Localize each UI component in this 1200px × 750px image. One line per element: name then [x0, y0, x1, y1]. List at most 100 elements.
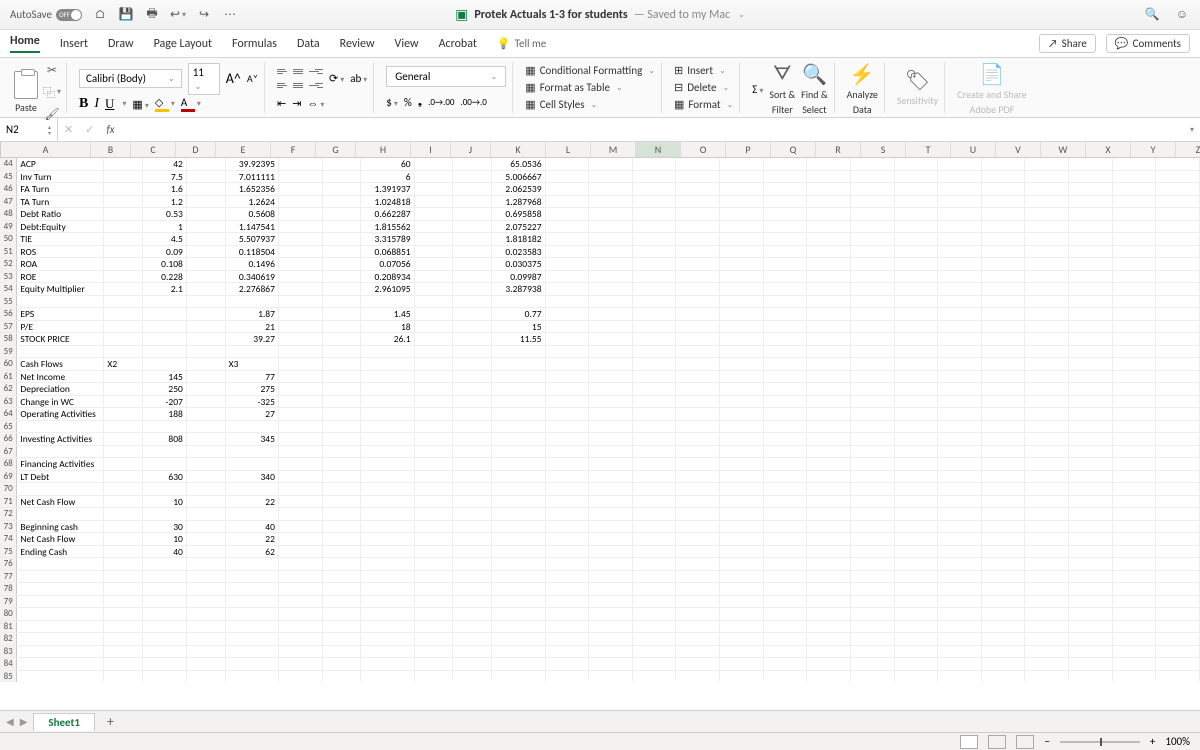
cell[interactable]	[676, 321, 720, 333]
cell[interactable]	[807, 283, 851, 295]
cell[interactable]	[187, 296, 226, 308]
cell[interactable]	[104, 258, 143, 270]
cell[interactable]	[895, 396, 939, 408]
cell[interactable]	[361, 571, 414, 583]
cell[interactable]	[415, 671, 454, 683]
cell[interactable]	[1113, 383, 1157, 395]
cell[interactable]	[589, 358, 633, 370]
cell[interactable]	[938, 346, 982, 358]
cell[interactable]	[938, 171, 982, 183]
cell[interactable]	[323, 558, 362, 570]
cell[interactable]	[415, 221, 454, 233]
cell[interactable]	[453, 258, 492, 270]
cell[interactable]	[589, 296, 633, 308]
cell[interactable]	[1113, 233, 1157, 245]
cell[interactable]	[895, 321, 939, 333]
cell[interactable]	[104, 496, 143, 508]
cell[interactable]	[982, 396, 1026, 408]
cell[interactable]	[720, 496, 764, 508]
col-header-I[interactable]: I	[411, 142, 451, 157]
cell[interactable]	[633, 421, 677, 433]
cell[interactable]	[492, 408, 545, 420]
cell[interactable]	[492, 621, 545, 633]
cell[interactable]	[17, 596, 104, 608]
cell[interactable]	[720, 471, 764, 483]
cell[interactable]	[143, 608, 187, 620]
cell[interactable]	[279, 196, 323, 208]
cell[interactable]	[851, 371, 895, 383]
col-header-W[interactable]: W	[1041, 142, 1086, 157]
cell[interactable]: Beginning cash	[17, 521, 104, 533]
cell[interactable]	[143, 583, 187, 595]
cell[interactable]	[492, 458, 545, 470]
cell[interactable]	[492, 658, 545, 670]
cell[interactable]	[1113, 221, 1157, 233]
cell[interactable]: Debt:Equity	[17, 221, 104, 233]
cell[interactable]	[589, 546, 633, 558]
decrease-decimal-icon[interactable]: .00→.0	[460, 97, 486, 108]
cell[interactable]	[807, 333, 851, 345]
zoom-in-button[interactable]: +	[1150, 735, 1155, 748]
cell[interactable]	[143, 596, 187, 608]
cell[interactable]	[453, 496, 492, 508]
cell[interactable]	[895, 433, 939, 445]
cell[interactable]	[676, 371, 720, 383]
cell[interactable]	[764, 583, 808, 595]
cell[interactable]	[187, 258, 226, 270]
cell[interactable]	[807, 621, 851, 633]
cell[interactable]: ROE	[17, 271, 104, 283]
cell[interactable]	[938, 158, 982, 170]
cell[interactable]	[982, 521, 1026, 533]
cell[interactable]	[895, 546, 939, 558]
cell[interactable]	[938, 471, 982, 483]
cell[interactable]	[633, 471, 677, 483]
row-header[interactable]: 75	[0, 546, 17, 558]
cell[interactable]	[938, 246, 982, 258]
cell[interactable]	[764, 221, 808, 233]
cell[interactable]	[589, 283, 633, 295]
cell[interactable]	[415, 333, 454, 345]
cell[interactable]	[415, 533, 454, 545]
cell[interactable]	[676, 421, 720, 433]
cell[interactable]	[143, 558, 187, 570]
cell[interactable]	[1069, 283, 1113, 295]
cell[interactable]	[1069, 158, 1113, 170]
cell[interactable]	[895, 621, 939, 633]
cell[interactable]	[589, 633, 633, 645]
cell[interactable]	[1113, 246, 1157, 258]
cell[interactable]	[104, 621, 143, 633]
cell[interactable]	[453, 483, 492, 495]
cell[interactable]	[1113, 596, 1157, 608]
cell[interactable]	[764, 533, 808, 545]
cell[interactable]	[187, 583, 226, 595]
cell[interactable]	[1113, 196, 1157, 208]
cell[interactable]	[546, 233, 590, 245]
format-as-table-button[interactable]: ▦ Format as Table⌄	[525, 81, 655, 94]
cell[interactable]	[1025, 246, 1069, 258]
cell[interactable]	[589, 446, 633, 458]
cell[interactable]	[415, 658, 454, 670]
cell[interactable]	[279, 446, 323, 458]
cell[interactable]	[851, 508, 895, 520]
cell[interactable]	[1156, 296, 1200, 308]
cell[interactable]: ACP	[17, 158, 104, 170]
cell[interactable]: 1.6	[143, 183, 187, 195]
cell[interactable]	[187, 458, 226, 470]
cell[interactable]	[676, 671, 720, 683]
cell[interactable]	[1113, 158, 1157, 170]
cell[interactable]	[361, 658, 414, 670]
row-header[interactable]: 66	[0, 433, 17, 445]
cell[interactable]	[453, 433, 492, 445]
cell[interactable]	[1156, 446, 1200, 458]
cell[interactable]	[764, 196, 808, 208]
cell[interactable]	[807, 221, 851, 233]
cell[interactable]	[764, 446, 808, 458]
cell[interactable]	[453, 533, 492, 545]
cell[interactable]	[1069, 221, 1113, 233]
cell[interactable]	[279, 296, 323, 308]
smiley-icon[interactable]: ☺	[1174, 7, 1190, 23]
cell[interactable]: 0.77	[492, 308, 545, 320]
cell[interactable]	[453, 446, 492, 458]
cell[interactable]	[323, 658, 362, 670]
cell[interactable]	[633, 458, 677, 470]
